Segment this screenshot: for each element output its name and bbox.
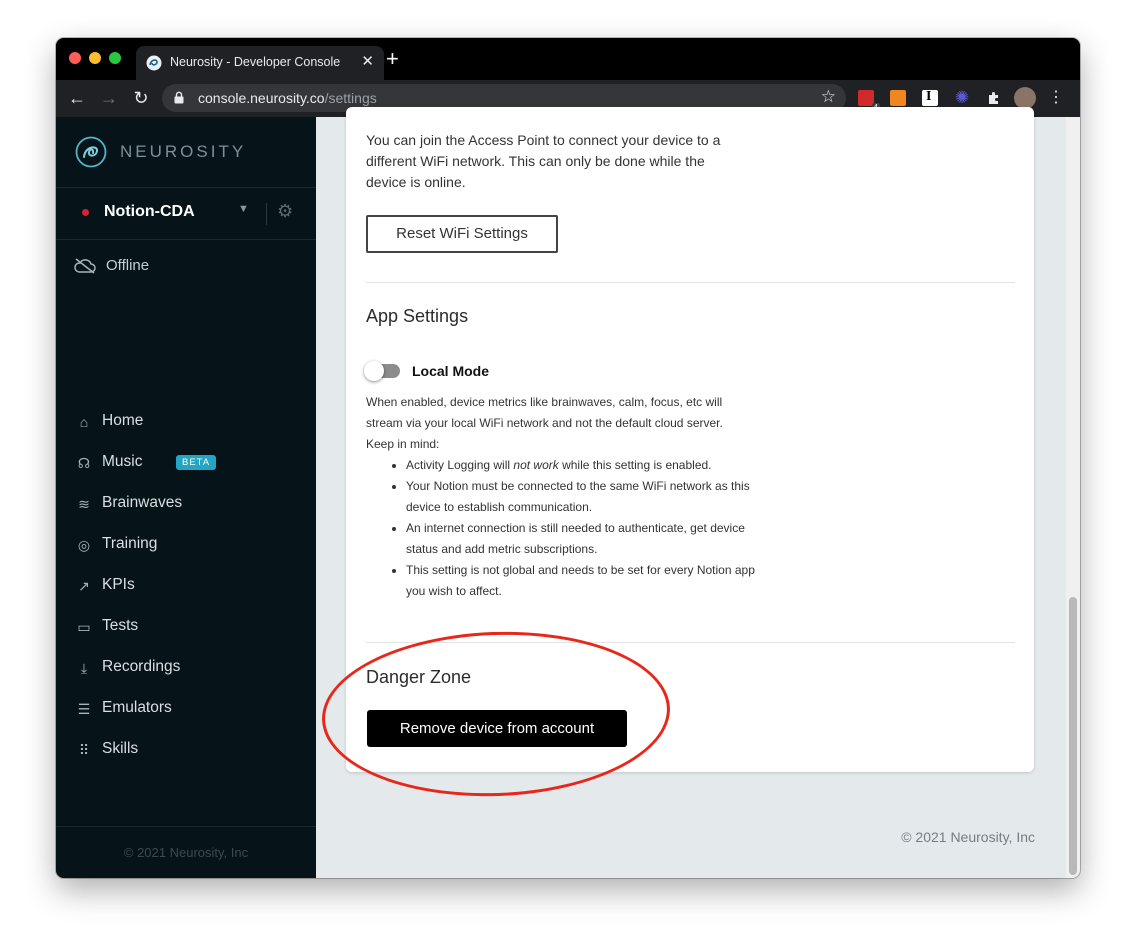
sidebar-footer: © 2021 Neurosity, Inc (123, 845, 249, 860)
forward-arrow-icon[interactable]: → (98, 87, 120, 109)
remove-device-button[interactable]: Remove device from account (367, 710, 627, 747)
neurosity-favicon-icon (146, 55, 162, 71)
download-icon: ⤓ (80, 660, 88, 676)
sidebar-item-label: Home (102, 412, 144, 429)
extension-red-icon[interactable]: 4 (858, 90, 880, 112)
list-item: Your Notion must be connected to the sam… (406, 476, 776, 518)
local-mode-toggle[interactable] (364, 361, 400, 381)
sidebar-divider (56, 239, 316, 240)
close-window-button[interactable] (69, 52, 81, 64)
sidebar-item-brainwaves[interactable]: ≋ Brainwaves (76, 493, 306, 517)
sidebar-item-tests[interactable]: ▭ Tests (76, 616, 306, 640)
sidebar-item-kpis[interactable]: ↗ KPIs (76, 575, 306, 599)
device-name: Notion-CDA (104, 203, 195, 220)
waves-icon: ≋ (78, 496, 90, 512)
menu-kebab-icon[interactable]: ⋮ (1048, 87, 1064, 109)
danger-zone-title: Danger Zone (366, 667, 472, 687)
sidebar-item-recordings[interactable]: ⤓ Recordings (76, 657, 306, 681)
toggle-knob (364, 361, 384, 381)
logo-text: NEUROSITY (120, 142, 247, 161)
minimize-window-button[interactable] (89, 52, 101, 64)
sidebar-item-label: KPIs (102, 576, 135, 593)
local-mode-description: When enabled, device metrics like brainw… (366, 392, 736, 455)
browser-tab[interactable]: Neurosity - Developer Console ✕ (136, 46, 384, 80)
cloud-off-icon (74, 258, 96, 274)
instapaper-extension-icon[interactable]: I (922, 89, 938, 106)
sidebar-item-music[interactable]: ☊ Music BETA (76, 452, 306, 476)
ruler-icon: ▭ (77, 619, 91, 635)
extensions-puzzle-icon[interactable] (986, 90, 1002, 106)
sidebar-item-label: Emulators (102, 699, 172, 716)
chevron-down-icon[interactable]: ▼ (238, 203, 249, 215)
new-tab-icon[interactable]: + (386, 48, 399, 70)
trending-up-icon: ↗ (78, 578, 90, 594)
browser-window: Neurosity - Developer Console ✕ + ← → ↻ … (56, 38, 1080, 878)
hubspot-extension-icon[interactable] (890, 90, 906, 106)
url-path: /settings (324, 90, 377, 106)
sidebar-divider (56, 826, 316, 827)
sidebar-item-label: Skills (102, 740, 139, 757)
asterisk-extension-icon[interactable]: ✺ (954, 89, 970, 106)
url-domain: console.neurosity.co (198, 90, 325, 106)
home-icon: ⌂ (79, 414, 89, 430)
bookmark-star-icon[interactable]: ☆ (821, 87, 836, 107)
keep-in-mind-text: Keep in mind: (366, 437, 440, 451)
device-status-dot (82, 209, 89, 216)
section-divider (366, 642, 1015, 643)
lock-icon (174, 91, 184, 104)
sidebar-item-label: Music (102, 453, 143, 470)
sidebar-item-home[interactable]: ⌂ Home (76, 411, 306, 435)
list-item: Activity Logging will not work while thi… (406, 455, 776, 476)
sidebar-divider (56, 187, 316, 188)
back-arrow-icon[interactable]: ← (66, 87, 88, 109)
url-text: console.neurosity.co/settings (198, 90, 377, 106)
sidebar: NEUROSITY Notion-CDA ▼ ⚙ Offline ⌂ Home … (56, 117, 316, 878)
local-mode-notes: Activity Logging will not work while thi… (366, 455, 776, 602)
title-bar: Neurosity - Developer Console ✕ + (56, 38, 1080, 80)
local-mode-description-text: When enabled, device metrics like brainw… (366, 395, 723, 430)
reload-icon[interactable]: ↻ (130, 87, 152, 109)
list-item: An internet connection is still needed t… (406, 518, 776, 560)
device-separator (266, 203, 267, 225)
main-content[interactable]: You can join the Access Point to connect… (316, 107, 1080, 878)
reset-wifi-button[interactable]: Reset WiFi Settings (366, 215, 558, 253)
main-footer: © 2021 Neurosity, Inc (901, 829, 1035, 845)
tab-title: Neurosity - Developer Console (170, 55, 341, 69)
scrollbar-thumb[interactable] (1069, 597, 1077, 875)
sidebar-item-label: Brainwaves (102, 494, 183, 511)
sidebar-item-training[interactable]: ◎ Training (76, 534, 306, 558)
gear-icon[interactable]: ⚙ (277, 201, 293, 222)
list-icon: ☰ (77, 701, 91, 717)
sidebar-item-label: Training (102, 535, 158, 552)
wifi-description: You can join the Access Point to connect… (366, 132, 721, 190)
profile-avatar[interactable] (1014, 87, 1036, 109)
scrollbar[interactable] (1066, 117, 1080, 878)
status-label: Offline (106, 257, 150, 274)
grid-icon: ⠿ (78, 742, 90, 758)
app-settings-title: App Settings (366, 306, 469, 326)
sidebar-item-emulators[interactable]: ☰ Emulators (76, 698, 306, 722)
headphones-icon: ☊ (77, 455, 91, 471)
tab-close-icon[interactable]: ✕ (361, 52, 374, 70)
local-mode-label: Local Mode (412, 363, 490, 379)
neurosity-logo-icon (75, 136, 107, 168)
sidebar-item-skills[interactable]: ⠿ Skills (76, 739, 306, 763)
device-selector[interactable]: Notion-CDA ▼ ⚙ (56, 189, 316, 237)
sidebar-item-label: Recordings (102, 658, 181, 675)
list-item: This setting is not global and needs to … (406, 560, 776, 602)
fingerprint-icon: ◎ (77, 537, 91, 553)
beta-badge: BETA (176, 455, 217, 470)
sidebar-item-label: Tests (102, 617, 139, 634)
section-divider (366, 282, 1015, 283)
maximize-window-button[interactable] (109, 52, 121, 64)
settings-card: You can join the Access Point to connect… (346, 107, 1034, 772)
